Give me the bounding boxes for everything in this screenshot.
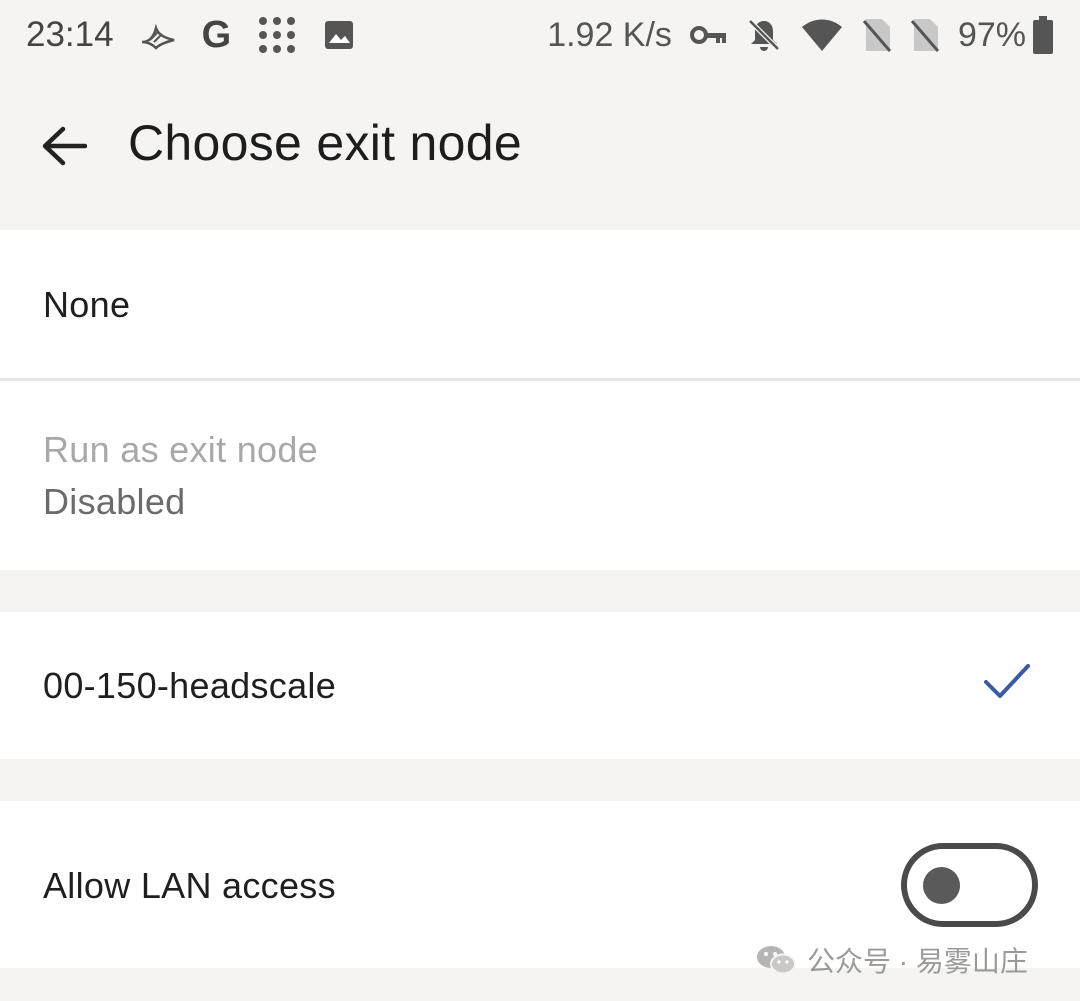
check-icon (984, 664, 1030, 698)
vpn-key-icon (689, 23, 728, 47)
grid-dots-icon (257, 15, 297, 55)
watermark-text: 公众号 · 易雾山庄 (807, 946, 1028, 977)
run-as-exit-node-status: Disabled (43, 481, 186, 522)
back-button[interactable] (40, 122, 88, 170)
status-bar: 23:14 G 1.92 K/s 97% (0, 0, 1080, 70)
run-as-exit-node-title: Run as exit node (43, 429, 318, 470)
bird-icon (140, 20, 176, 50)
status-right: 1.92 K/s 97% (529, 16, 1054, 55)
page-title: Choose exit node (128, 115, 522, 171)
battery-icon (1032, 16, 1054, 54)
watermark: 公众号 · 易雾山庄 (755, 940, 1028, 980)
no-sim-icon (862, 17, 892, 53)
net-speed: 1.92 K/s (547, 15, 672, 54)
image-icon (323, 19, 355, 51)
toggle-knob (923, 867, 960, 904)
wifi-icon (800, 17, 844, 53)
option-none-label: None (43, 284, 131, 325)
allow-lan-access-label: Allow LAN access (43, 865, 336, 906)
allow-lan-access-toggle[interactable] (901, 843, 1038, 927)
bell-off-icon (746, 17, 782, 53)
arrow-left-icon (42, 126, 87, 166)
option-none[interactable]: None (0, 230, 1080, 378)
exit-node-item[interactable]: 00-150-headscale (0, 612, 1080, 759)
option-run-as-exit-node: Run as exit node Disabled (0, 381, 1080, 570)
status-time: 23:14 (26, 15, 114, 54)
no-sim-icon (910, 17, 940, 53)
app-bar: Choose exit node (0, 70, 1080, 230)
wechat-icon (757, 946, 796, 975)
google-icon: G (201, 13, 232, 56)
battery-percent: 97% (957, 15, 1026, 54)
exit-node-label: 00-150-headscale (43, 665, 337, 706)
status-left: 23:14 G (26, 14, 381, 57)
